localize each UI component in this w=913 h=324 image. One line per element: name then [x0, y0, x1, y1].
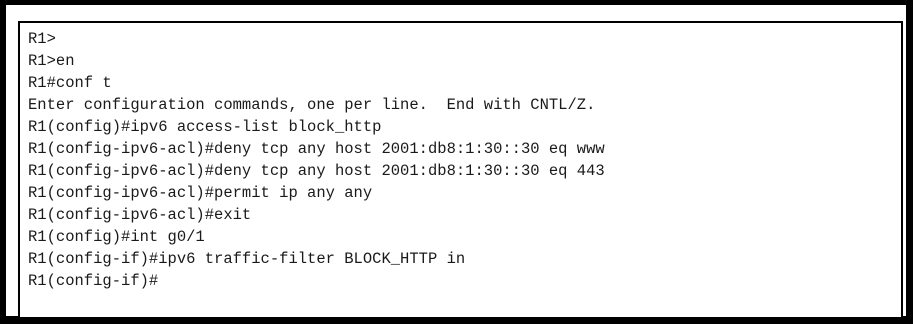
cli-terminal-output[interactable]: R1> R1>en R1#conf t Enter configuration …: [18, 21, 903, 319]
terminal-line: R1(config-ipv6-acl)#deny tcp any host 20…: [28, 162, 605, 180]
terminal-line: R1(config)#ipv6 access-list block_http: [28, 118, 382, 136]
terminal-line: R1(config-ipv6-acl)#permit ip any any: [28, 184, 373, 202]
terminal-line: R1>: [28, 30, 56, 48]
terminal-line: R1(config-if)#ipv6 traffic-filter BLOCK_…: [28, 250, 466, 268]
terminal-lines: R1> R1>en R1#conf t Enter configuration …: [28, 28, 605, 292]
screenshot-frame: R1> R1>en R1#conf t Enter configuration …: [0, 0, 913, 324]
terminal-line: Enter configuration commands, one per li…: [28, 96, 596, 114]
terminal-line: R1(config-ipv6-acl)#exit: [28, 206, 252, 224]
terminal-line: R1(config-ipv6-acl)#deny tcp any host 20…: [28, 140, 605, 158]
terminal-line: R1>en: [28, 52, 75, 70]
terminal-line: R1#conf t: [28, 74, 112, 92]
terminal-line: R1(config)#int g0/1: [28, 228, 205, 246]
terminal-prompt-line[interactable]: R1(config-if)#: [28, 270, 605, 292]
